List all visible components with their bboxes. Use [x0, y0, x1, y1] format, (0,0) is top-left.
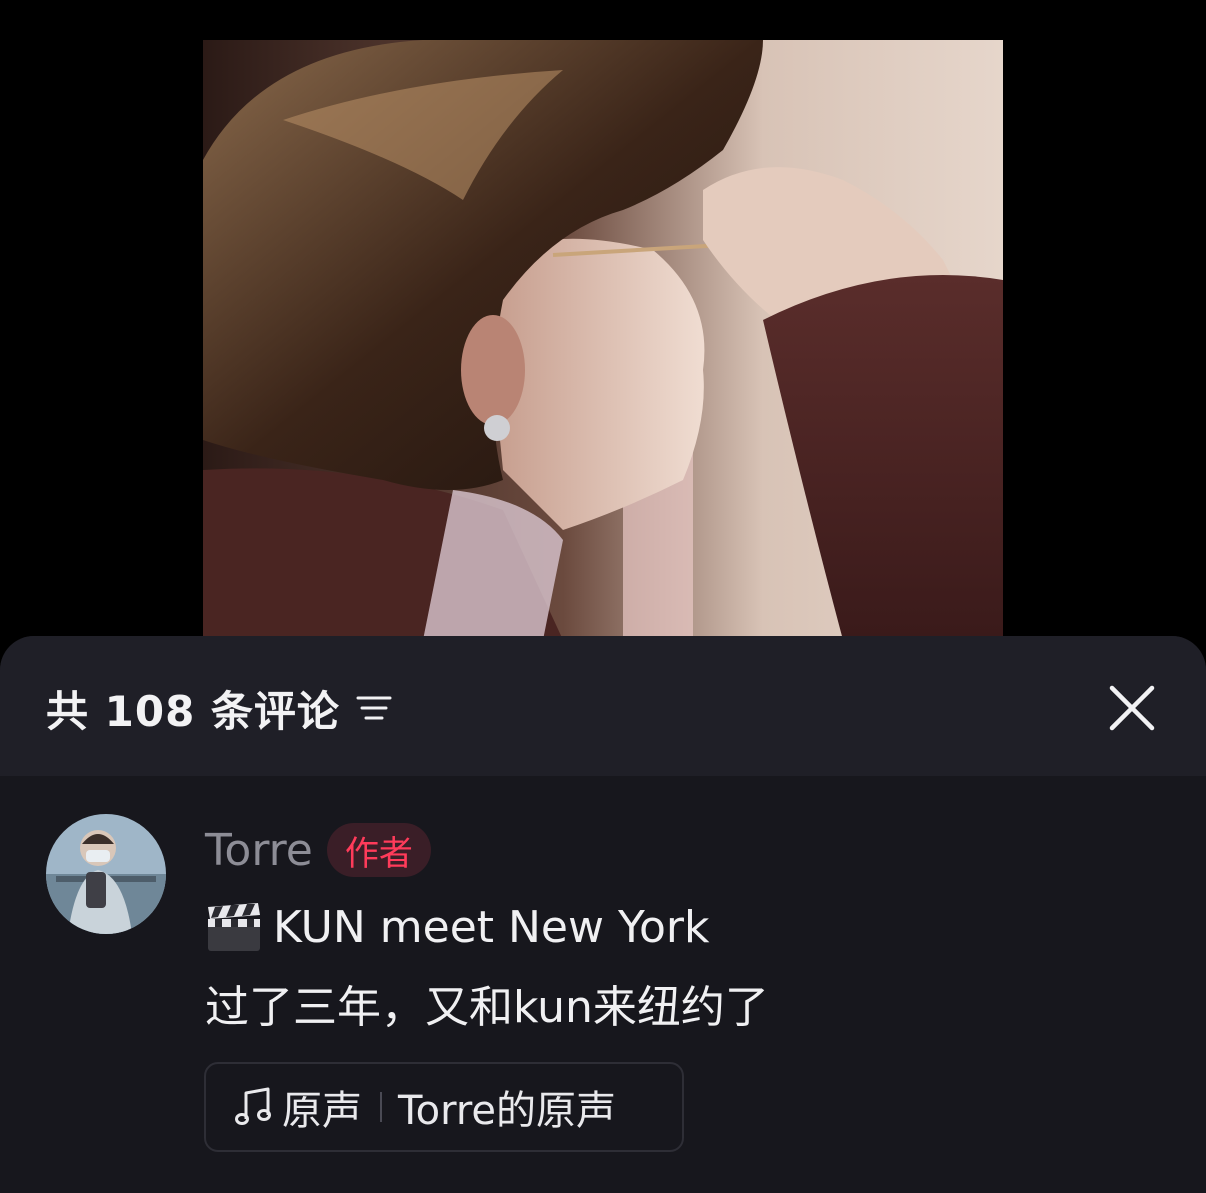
comments-sheet: 共 108 条评论 Torre 作者 KUN meet New York 过了三…: [0, 636, 1206, 1193]
comments-header: 共 108 条评论: [0, 636, 1206, 776]
author-badge: 作者: [326, 823, 431, 877]
author-name[interactable]: Torre: [205, 825, 313, 876]
avatar[interactable]: [46, 814, 166, 934]
music-label: 原声: [282, 1088, 362, 1134]
comments-count-label: 共 108 条评论: [46, 686, 340, 736]
close-icon: [1109, 685, 1155, 731]
comments-title: 共 108 条评论: [46, 680, 394, 736]
video-frame-image: [203, 40, 1003, 640]
screen: 共 108 条评论 Torre 作者 KUN meet New York 过了三…: [0, 0, 1206, 1193]
chip-divider: [380, 1092, 382, 1122]
original-sound-chip[interactable]: 原声 Torre的原声: [204, 1062, 684, 1152]
video-player[interactable]: [203, 40, 1003, 640]
music-note-icon: [232, 1085, 276, 1129]
close-button[interactable]: [1104, 680, 1160, 736]
comment-title: KUN meet New York: [273, 901, 710, 953]
sort-icon[interactable]: [354, 688, 394, 728]
comment-text-line-2: 过了三年，又和kun来纽约了: [205, 982, 769, 1033]
comment-item: Torre 作者 KUN meet New York 过了三年，又和kun来纽约…: [0, 776, 1206, 1193]
comment-text-line-1: KUN meet New York: [205, 898, 710, 956]
clapper-board-icon: [205, 901, 263, 953]
author-row: Torre 作者: [205, 822, 431, 878]
music-title: Torre的原声: [398, 1088, 617, 1134]
